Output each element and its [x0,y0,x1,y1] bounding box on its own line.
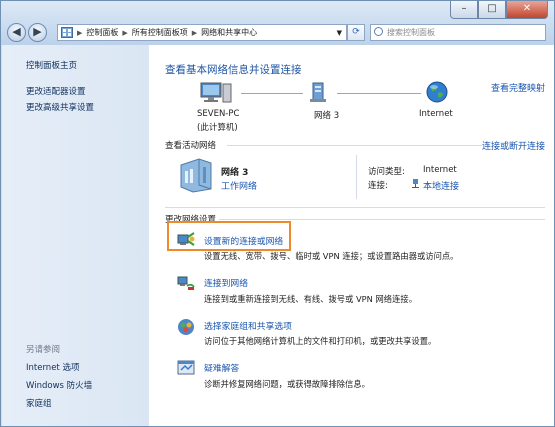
chevron-right-icon[interactable]: ▶ [122,29,127,37]
task-description: 诊断并修复网络问题，或获得故障排除信息。 [204,379,370,389]
breadcrumb-network-center[interactable]: 网络和共享中心 [201,27,257,38]
sidebar: 控制面板主页 更改适配器设置 更改高级共享设置 另请参阅 Internet 选项… [2,45,149,426]
network-type-link[interactable]: 工作网络 [221,179,257,192]
task-description: 设置无线、宽带、拨号、临时或 VPN 连接；或设置路由器或访问点。 [204,251,459,261]
view-full-map-link[interactable]: 查看完整映射 [491,81,545,94]
divider [227,145,482,146]
minimize-button[interactable]: – [450,1,478,19]
connect-network-icon [177,276,195,290]
active-network-name: 网络 3 [221,168,249,178]
troubleshoot-icon [177,360,195,375]
search-placeholder: 搜索控制面板 [387,28,435,37]
control-panel-icon [61,27,73,38]
sidebar-home-link[interactable]: 控制面板主页 [26,59,77,71]
network-building-icon [180,158,212,193]
vertical-divider [356,155,357,199]
chevron-right-icon[interactable]: ▶ [77,29,82,37]
title-bar: – □ ✕ ◀ ▶ ▶ 控制面板 ▶ 所有控制面板项 ▶ 网络和共享中心 ▼ ⟳… [1,1,554,45]
breadcrumb-control-panel[interactable]: 控制面板 [86,27,118,38]
see-also-homegroup[interactable]: 家庭组 [26,397,52,409]
maximize-button[interactable]: □ [478,1,506,19]
see-also-heading: 另请参阅 [26,345,61,355]
back-button[interactable]: ◀ [7,23,26,42]
pc-subtitle: (此计算机) [197,123,238,133]
task-description: 连接到或重新连接到无线、有线、拨号或 VPN 网络连接。 [204,294,417,304]
search-input[interactable]: 搜索控制面板 [370,24,546,41]
connect-to-network-link[interactable]: 连接到网络 [204,276,248,289]
internet-node-label: Internet [419,109,453,119]
map-connector [241,93,303,94]
homegroup-icon [178,319,194,335]
main-panel: 查看基本网络信息并设置连接 查看完整映射 SEVEN-PC (此计算机) 网络 … [149,45,554,426]
computer-icon [200,82,232,103]
refresh-button[interactable]: ⟳ [347,24,365,41]
close-button[interactable]: ✕ [506,1,548,19]
connect-disconnect-link[interactable]: 连接或断开连接 [482,139,545,152]
homegroup-sharing-link[interactable]: 选择家庭组和共享选项 [204,319,292,332]
divider [165,207,545,208]
map-connector [337,93,421,94]
setup-new-connection-link[interactable]: 设置新的连接或网络 [204,234,283,247]
troubleshoot-link[interactable]: 疑难解答 [204,361,239,374]
network-icon [310,82,326,102]
pc-name: SEVEN-PC [197,109,240,119]
access-type-label: 访问类型: [368,167,405,177]
address-bar[interactable]: ▶ 控制面板 ▶ 所有控制面板项 ▶ 网络和共享中心 ▼ [57,24,347,41]
search-icon [374,27,383,36]
sidebar-item-adapter-settings[interactable]: 更改适配器设置 [26,85,86,97]
connections-label: 连接: [368,181,388,191]
active-networks-heading: 查看活动网络 [165,141,217,151]
window: – □ ✕ ◀ ▶ ▶ 控制面板 ▶ 所有控制面板项 ▶ 网络和共享中心 ▼ ⟳… [0,0,555,427]
sidebar-item-advanced-sharing[interactable]: 更改高级共享设置 [26,101,94,113]
network-adapter-icon [412,179,419,188]
network-node-label: 网络 3 [314,111,340,121]
chevron-right-icon[interactable]: ▶ [192,29,197,37]
task-description: 访问位于其他网络计算机上的文件和打印机，或更改共享设置。 [204,336,437,346]
chevron-down-icon[interactable]: ▼ [337,29,342,37]
forward-button[interactable]: ▶ [28,23,47,42]
divider [219,219,545,220]
window-controls: – □ ✕ [450,1,548,19]
page-title: 查看基本网络信息并设置连接 [165,64,302,76]
globe-icon [426,81,448,103]
see-also-windows-firewall[interactable]: Windows 防火墙 [26,379,92,391]
see-also-internet-options[interactable]: Internet 选项 [26,361,79,373]
new-connection-icon [177,232,195,246]
access-type-value: Internet [423,165,457,175]
breadcrumb-all-items[interactable]: 所有控制面板项 [132,27,188,38]
local-connection-link[interactable]: 本地连接 [423,179,459,192]
